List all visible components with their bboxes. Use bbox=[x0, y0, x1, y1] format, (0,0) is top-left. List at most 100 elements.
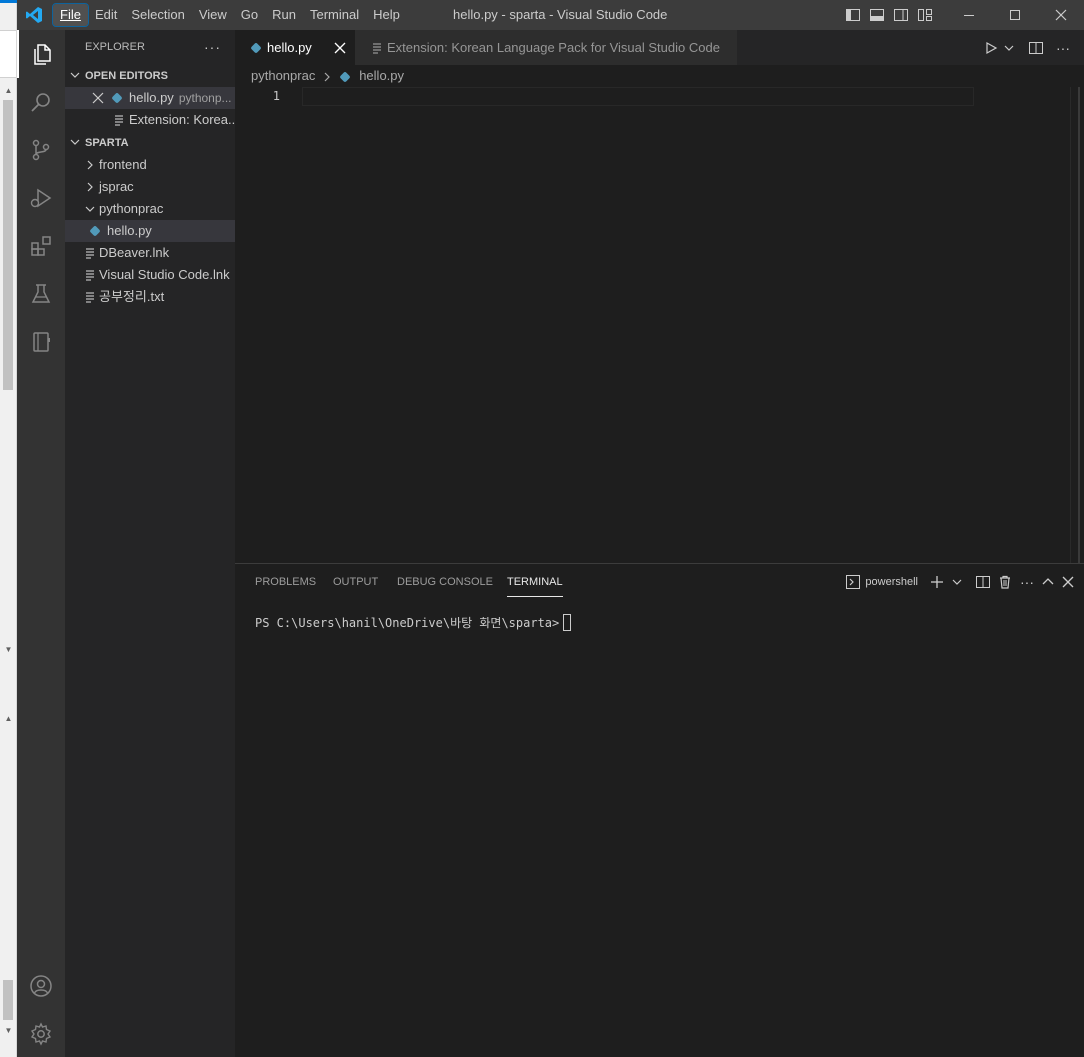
terminal-prompt: PS C:\Users\hanil\OneDrive\바탕 화면\sparta> bbox=[255, 616, 560, 630]
tree-item-label: Visual Studio Code.lnk bbox=[99, 267, 230, 282]
tab-label: hello.py bbox=[267, 40, 312, 55]
chevron-down-icon bbox=[70, 132, 80, 154]
scrollbar-thumb[interactable] bbox=[3, 980, 13, 1020]
open-editor-label: Extension: Korea... bbox=[129, 112, 235, 127]
section-title: OPEN EDITORS bbox=[85, 70, 168, 82]
breadcrumb: pythonprac hello.py bbox=[235, 65, 1084, 87]
chevron-down-icon[interactable] bbox=[1004, 41, 1014, 55]
chevron-down-icon[interactable] bbox=[952, 575, 962, 589]
more-actions-icon[interactable]: ··· bbox=[204, 30, 221, 65]
close-icon[interactable] bbox=[334, 42, 346, 54]
close-panel-icon[interactable] bbox=[1062, 576, 1074, 588]
tab-extension-korean[interactable]: Extension: Korean Language Pack for Visu… bbox=[355, 30, 737, 65]
customize-layout-icon[interactable] bbox=[917, 7, 933, 23]
more-actions-icon[interactable]: ··· bbox=[1056, 40, 1070, 56]
tree-item-label: 공부정리.txt bbox=[99, 289, 165, 304]
menu-help[interactable]: Help bbox=[366, 4, 407, 26]
window-controls bbox=[946, 0, 1084, 30]
file-text-icon bbox=[84, 269, 96, 281]
menu-selection[interactable]: Selection bbox=[124, 4, 191, 26]
sidebar-header: EXPLORER ··· bbox=[65, 30, 235, 65]
maximize-button[interactable] bbox=[992, 0, 1038, 30]
background-window-accent bbox=[0, 0, 17, 3]
tree-folder-jsprac[interactable]: jsprac bbox=[65, 176, 235, 198]
tree-file-hello-py[interactable]: hello.py bbox=[65, 220, 235, 242]
kill-terminal-trash-icon[interactable] bbox=[998, 575, 1012, 589]
menu-view[interactable]: View bbox=[192, 4, 234, 26]
panel-tabs: PROBLEMS OUTPUT DEBUG CONSOLE TERMINAL p… bbox=[235, 564, 1084, 600]
new-terminal-icon[interactable] bbox=[930, 575, 944, 589]
scroll-up-arrow-icon[interactable]: ▲ bbox=[3, 86, 14, 96]
file-text-icon bbox=[84, 291, 96, 303]
testing-icon[interactable] bbox=[17, 270, 65, 318]
scroll-up-arrow-icon[interactable]: ▲ bbox=[3, 714, 14, 724]
background-window-strip: ▲ ▼ ▲ ▼ bbox=[0, 0, 17, 1057]
toggle-secondary-sidebar-icon[interactable] bbox=[893, 7, 909, 23]
open-editors-section[interactable]: OPEN EDITORS bbox=[65, 65, 235, 87]
shell-name: powershell bbox=[865, 576, 918, 588]
close-window-button[interactable] bbox=[1038, 0, 1084, 30]
scroll-down-arrow-icon[interactable]: ▼ bbox=[3, 645, 14, 655]
chevron-down-icon bbox=[70, 65, 80, 87]
explorer-sidebar: EXPLORER ··· OPEN EDITORS hello.py python… bbox=[65, 30, 235, 1057]
tab-hello-py[interactable]: hello.py bbox=[235, 30, 355, 65]
menu-run[interactable]: Run bbox=[265, 4, 303, 26]
python-file-icon bbox=[339, 71, 351, 83]
tree-folder-pythonprac[interactable]: pythonprac bbox=[65, 198, 235, 220]
menu-edit[interactable]: Edit bbox=[88, 4, 124, 26]
vscode-logo-icon bbox=[25, 6, 43, 24]
tab-problems[interactable]: PROBLEMS bbox=[255, 564, 316, 600]
maximize-panel-chevron-up-icon[interactable] bbox=[1042, 575, 1054, 589]
terminal-output[interactable]: PS C:\Users\hanil\OneDrive\바탕 화면\sparta> bbox=[255, 614, 572, 631]
background-window-panel bbox=[0, 30, 16, 78]
search-icon[interactable] bbox=[17, 78, 65, 126]
tab-output[interactable]: OUTPUT bbox=[333, 564, 378, 600]
bottom-panel: PROBLEMS OUTPUT DEBUG CONSOLE TERMINAL p… bbox=[235, 563, 1084, 1057]
breadcrumb-folder[interactable]: pythonprac bbox=[251, 68, 315, 83]
breadcrumb-file[interactable]: hello.py bbox=[359, 68, 404, 83]
more-actions-icon[interactable]: ··· bbox=[1020, 574, 1034, 590]
tab-label: Extension: Korean Language Pack for Visu… bbox=[387, 40, 720, 55]
open-editor-item[interactable]: hello.py pythonp... bbox=[65, 87, 235, 109]
current-line-highlight bbox=[302, 87, 974, 106]
chevron-right-icon bbox=[323, 71, 331, 83]
file-text-icon bbox=[113, 114, 125, 126]
manage-gear-icon[interactable] bbox=[17, 1010, 65, 1057]
tree-item-label: DBeaver.lnk bbox=[99, 245, 170, 260]
split-editor-icon[interactable] bbox=[1028, 40, 1044, 56]
tree-folder-frontend[interactable]: frontend bbox=[65, 154, 235, 176]
tab-debug-console[interactable]: DEBUG CONSOLE bbox=[397, 564, 493, 600]
extensions-icon[interactable] bbox=[17, 222, 65, 270]
toggle-panel-icon[interactable] bbox=[869, 7, 885, 23]
code-editor[interactable]: 1 bbox=[235, 87, 1084, 563]
account-icon[interactable] bbox=[17, 962, 65, 1010]
terminal-shell-selector[interactable]: powershell bbox=[846, 575, 918, 589]
open-editor-item[interactable]: Extension: Korea... bbox=[65, 109, 235, 131]
tree-item-label: hello.py bbox=[107, 223, 152, 238]
toggle-primary-sidebar-icon[interactable] bbox=[845, 7, 861, 23]
scroll-down-arrow-icon[interactable]: ▼ bbox=[3, 1026, 14, 1036]
python-file-icon bbox=[89, 225, 101, 237]
menu-go[interactable]: Go bbox=[234, 4, 265, 26]
tree-file-vscode-lnk[interactable]: Visual Studio Code.lnk bbox=[65, 264, 235, 286]
close-icon[interactable] bbox=[92, 92, 104, 104]
menu-file[interactable]: File bbox=[52, 3, 89, 27]
run-debug-icon[interactable] bbox=[17, 174, 65, 222]
minimize-button[interactable] bbox=[946, 0, 992, 30]
menu-terminal[interactable]: Terminal bbox=[303, 4, 366, 26]
tree-file-study-notes[interactable]: 공부정리.txt bbox=[65, 286, 235, 308]
run-python-file-icon[interactable] bbox=[984, 41, 998, 55]
tab-terminal[interactable]: TERMINAL bbox=[507, 564, 563, 600]
notebook-icon[interactable] bbox=[17, 318, 65, 366]
source-control-icon[interactable] bbox=[17, 126, 65, 174]
scrollbar-thumb[interactable] bbox=[3, 100, 13, 390]
tree-file-dbeaver[interactable]: DBeaver.lnk bbox=[65, 242, 235, 264]
workspace-section[interactable]: SPARTA bbox=[65, 132, 235, 154]
terminal-cursor bbox=[563, 614, 572, 631]
section-title: SPARTA bbox=[85, 137, 129, 149]
editor-actions: ··· bbox=[984, 30, 1084, 65]
editor-scrollbar[interactable] bbox=[1070, 87, 1084, 563]
menu-bar: File Edit Selection View Go Run Terminal… bbox=[52, 0, 407, 30]
split-terminal-icon[interactable] bbox=[976, 575, 990, 589]
explorer-icon[interactable] bbox=[17, 30, 65, 78]
